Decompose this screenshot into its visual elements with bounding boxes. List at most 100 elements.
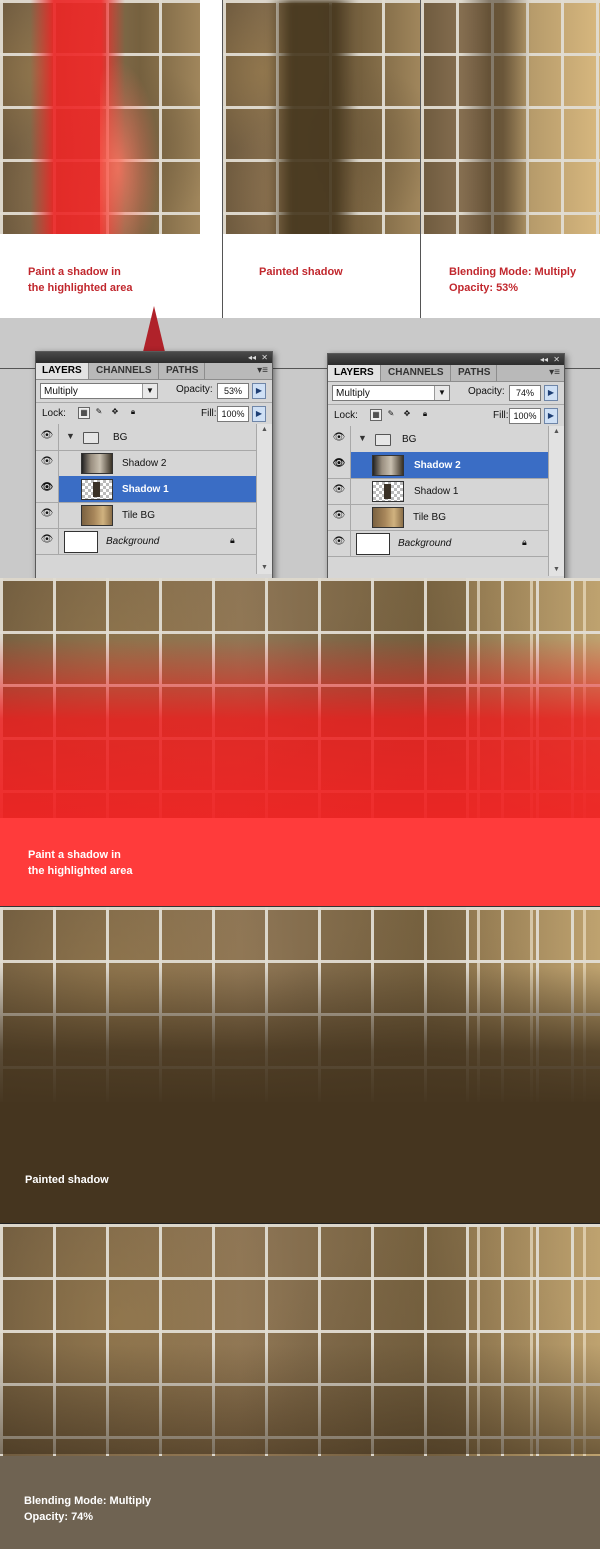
blend-mode-select[interactable]: Multiply ▼ bbox=[40, 383, 158, 399]
layer-thumbnail bbox=[372, 481, 404, 502]
blend-mode-value: Multiply bbox=[44, 386, 78, 397]
scrollbar[interactable]: ▲ ▼ bbox=[256, 424, 272, 574]
layer-row-shadow-2[interactable]: 👁︎ Shadow 2 bbox=[328, 452, 548, 479]
eye-icon[interactable]: 👁︎ bbox=[332, 536, 346, 548]
panel-titlebar: ◂◂ ✕ bbox=[328, 354, 564, 365]
lock-icon: 🔒︎ bbox=[522, 537, 527, 547]
disclosure-triangle-icon[interactable]: ▼ bbox=[66, 431, 75, 441]
fill-label: Fill: bbox=[493, 410, 509, 421]
layer-name: Shadow 1 bbox=[414, 486, 459, 497]
disclosure-triangle-icon[interactable]: ▼ bbox=[358, 433, 367, 443]
caption: Painted shadow bbox=[25, 1174, 109, 1186]
tab-paths[interactable]: PATHS bbox=[452, 365, 498, 381]
layer-row-bg-group[interactable]: 👁︎ ▼ BG bbox=[328, 426, 548, 453]
eye-icon[interactable]: 👁︎ bbox=[332, 484, 346, 496]
opacity-stepper[interactable]: ▶ bbox=[252, 383, 266, 399]
lock-all-icon[interactable]: 🔒︎ bbox=[128, 407, 138, 417]
lock-all-icon[interactable]: 🔒︎ bbox=[420, 409, 430, 419]
tab-channels[interactable]: CHANNELS bbox=[382, 365, 451, 381]
layer-row-background[interactable]: 👁︎ Background 🔒︎ bbox=[36, 528, 256, 555]
layer-row-tile-bg[interactable]: 👁︎ Tile BG bbox=[328, 504, 548, 531]
layer-row-tile-bg[interactable]: 👁︎ Tile BG bbox=[36, 502, 256, 529]
eye-icon[interactable]: 👁︎ bbox=[332, 432, 346, 444]
layer-thumbnail bbox=[64, 531, 98, 553]
layer-name: Tile BG bbox=[122, 510, 155, 521]
scroll-down-icon[interactable]: ▼ bbox=[549, 564, 564, 576]
layer-name: Shadow 2 bbox=[414, 460, 461, 471]
layer-row-shadow-2[interactable]: 👁︎ Shadow 2 bbox=[36, 450, 256, 477]
scrollbar[interactable]: ▲ ▼ bbox=[548, 426, 564, 576]
eye-icon[interactable]: 👁︎ bbox=[332, 510, 346, 522]
lock-brush-icon[interactable]: ✎ bbox=[386, 409, 396, 419]
eye-icon[interactable]: 👁︎ bbox=[40, 430, 54, 442]
opacity-label: Opacity: bbox=[176, 384, 213, 395]
scroll-up-icon[interactable]: ▲ bbox=[257, 424, 272, 436]
fill-stepper[interactable]: ▶ bbox=[252, 406, 266, 422]
layer-name: BG bbox=[402, 434, 417, 445]
chevron-down-icon: ▼ bbox=[434, 386, 449, 400]
layer-list: 👁︎ ▼ BG 👁︎ Shadow 2 👁︎ Shadow 1 👁︎ Tile … bbox=[36, 424, 256, 574]
collapse-icon[interactable]: ◂◂ bbox=[248, 353, 256, 362]
layer-thumbnail bbox=[372, 455, 404, 476]
layer-list: 👁︎ ▼ BG 👁︎ Shadow 2 👁︎ Shadow 1 👁︎ Tile … bbox=[328, 426, 548, 576]
layer-row-bg-group[interactable]: 👁︎ ▼ BG bbox=[36, 424, 256, 451]
panel-menu-icon[interactable]: ▾≡ bbox=[257, 365, 268, 376]
layer-thumbnail bbox=[372, 507, 404, 528]
layers-panel-right: ◂◂ ✕ LAYERS CHANNELS PATHS ▾≡ Multiply ▼… bbox=[327, 353, 565, 611]
eye-icon[interactable]: 👁︎ bbox=[332, 458, 346, 470]
top-panel-painted: Painted shadow bbox=[223, 0, 420, 318]
layer-thumbnail bbox=[81, 453, 113, 474]
lock-brush-icon[interactable]: ✎ bbox=[94, 407, 104, 417]
big-panel-painted: Painted shadow bbox=[0, 907, 600, 1224]
layer-row-shadow-1[interactable]: 👁︎ Shadow 1 bbox=[36, 476, 256, 503]
tab-layers[interactable]: LAYERS bbox=[328, 365, 381, 381]
eye-icon[interactable]: 👁︎ bbox=[40, 508, 54, 520]
lock-transparent-icon[interactable]: ▦ bbox=[370, 409, 382, 421]
panel-titlebar: ◂◂ ✕ bbox=[36, 352, 272, 363]
painted-shadow bbox=[268, 0, 358, 240]
fill-field[interactable]: 100% bbox=[217, 406, 249, 422]
scroll-down-icon[interactable]: ▼ bbox=[257, 562, 272, 574]
collapse-icon[interactable]: ◂◂ bbox=[540, 355, 548, 364]
blend-mode-select[interactable]: Multiply ▼ bbox=[332, 385, 450, 401]
layer-name: BG bbox=[113, 432, 128, 443]
caption: Paint a shadow in the highlighted area bbox=[28, 266, 133, 294]
tab-paths[interactable]: PATHS bbox=[160, 363, 206, 379]
opacity-stepper[interactable]: ▶ bbox=[544, 385, 558, 401]
close-icon[interactable]: ✕ bbox=[261, 353, 268, 362]
top-panel-multiply: Blending Mode: Multiply Opacity: 53% bbox=[421, 0, 600, 318]
eye-icon[interactable]: 👁︎ bbox=[40, 534, 54, 546]
fill-stepper[interactable]: ▶ bbox=[544, 408, 558, 424]
fill-field[interactable]: 100% bbox=[509, 408, 541, 424]
layer-name: Background bbox=[398, 538, 452, 549]
scroll-up-icon[interactable]: ▲ bbox=[549, 426, 564, 438]
layer-name: Shadow 1 bbox=[122, 484, 169, 495]
layer-row-background[interactable]: 👁︎ Background 🔒︎ bbox=[328, 530, 548, 557]
caption: Paint a shadow in the highlighted area bbox=[28, 849, 133, 877]
lock-move-icon[interactable]: ✥ bbox=[110, 407, 120, 417]
opacity-field[interactable]: 53% bbox=[217, 383, 249, 399]
chevron-down-icon: ▼ bbox=[142, 384, 157, 398]
opacity-label: Opacity: bbox=[468, 386, 505, 397]
painted-shadow bbox=[0, 967, 600, 1107]
lock-move-icon[interactable]: ✥ bbox=[402, 409, 412, 419]
folder-icon bbox=[375, 434, 391, 446]
caption: Blending Mode: Multiply Opacity: 74% bbox=[24, 1495, 152, 1523]
folder-icon bbox=[83, 432, 99, 444]
lock-label: Lock: bbox=[334, 410, 358, 421]
tab-layers[interactable]: LAYERS bbox=[36, 363, 89, 379]
close-icon[interactable]: ✕ bbox=[553, 355, 560, 364]
layers-panel-left: ◂◂ ✕ LAYERS CHANNELS PATHS ▾≡ Multiply ▼… bbox=[35, 351, 273, 609]
layer-row-shadow-1[interactable]: 👁︎ Shadow 1 bbox=[328, 478, 548, 505]
eye-icon[interactable]: 👁︎ bbox=[40, 456, 54, 468]
tab-channels[interactable]: CHANNELS bbox=[90, 363, 159, 379]
fill-label: Fill: bbox=[201, 408, 217, 419]
blend-mode-value: Multiply bbox=[336, 388, 370, 399]
layer-name: Background bbox=[106, 536, 160, 547]
opacity-field[interactable]: 74% bbox=[509, 385, 541, 401]
panel-menu-icon[interactable]: ▾≡ bbox=[549, 367, 560, 378]
layer-thumbnail bbox=[81, 505, 113, 526]
top-panel-highlight: Paint a shadow in the highlighted area bbox=[0, 0, 200, 318]
eye-icon[interactable]: 👁︎ bbox=[40, 482, 54, 494]
lock-transparent-icon[interactable]: ▦ bbox=[78, 407, 90, 419]
